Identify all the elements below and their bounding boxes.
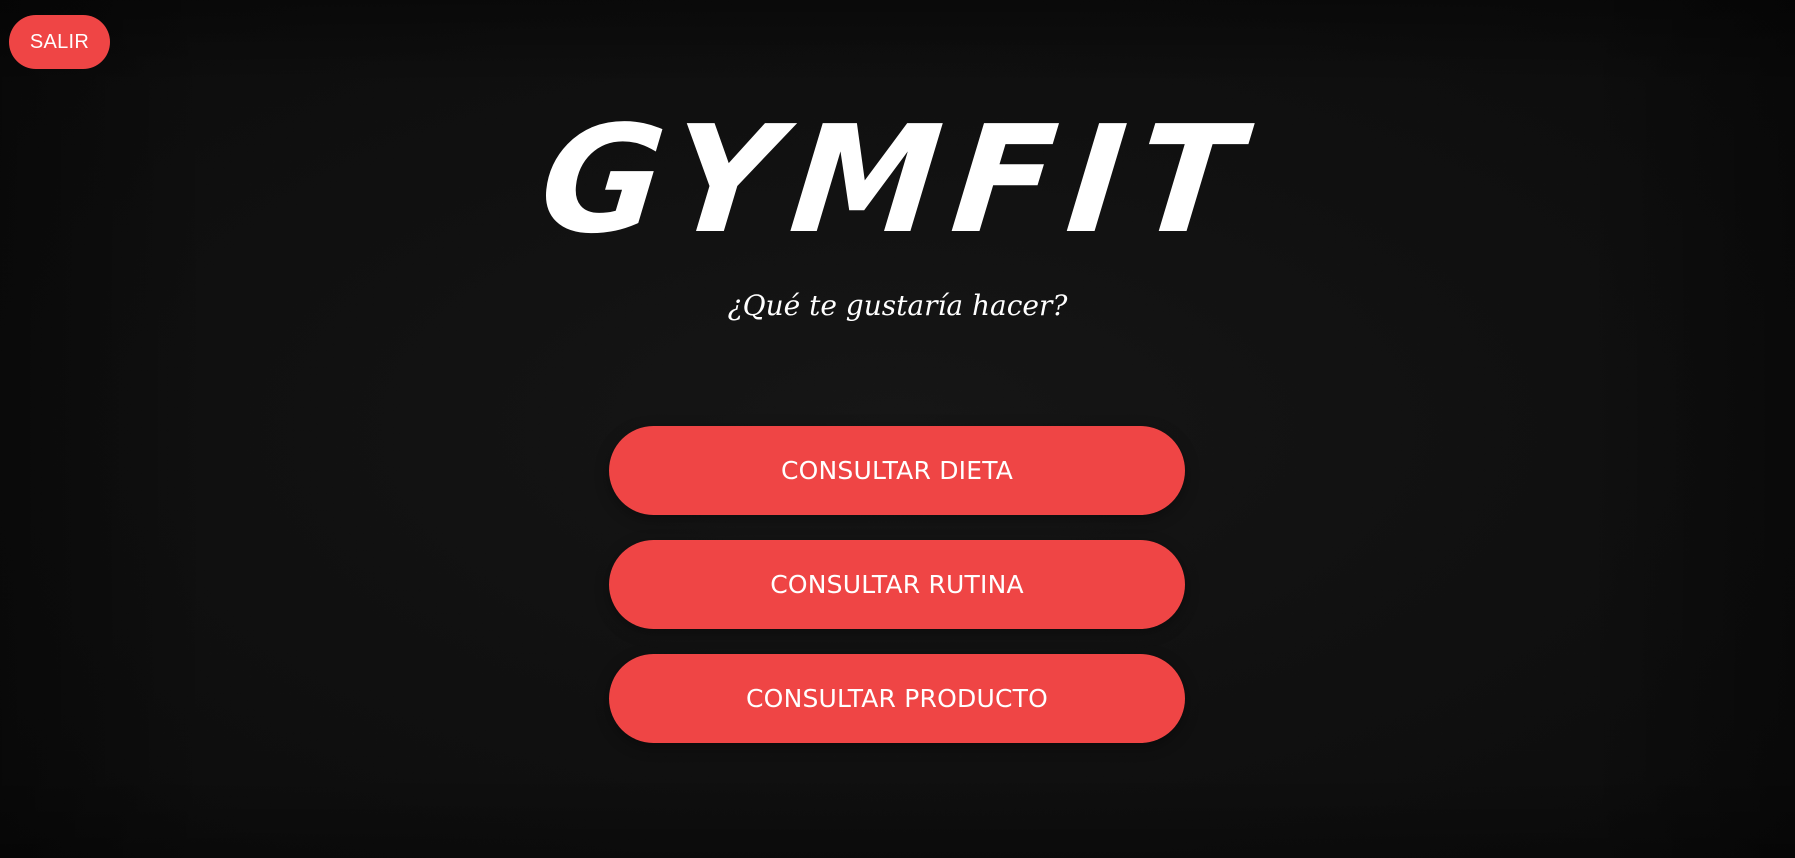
exit-button[interactable]: SALIR — [9, 15, 110, 69]
action-menu: CONSULTAR DIETA CONSULTAR RUTINA CONSULT… — [609, 426, 1185, 768]
consult-product-button[interactable]: CONSULTAR PRODUCTO — [609, 654, 1185, 743]
consult-routine-button[interactable]: CONSULTAR RUTINA — [609, 540, 1185, 629]
consult-diet-button[interactable]: CONSULTAR DIETA — [609, 426, 1185, 515]
page-subtitle: ¿Qué te gustaría hacer? — [727, 289, 1068, 322]
brand-logo-title: GYMFIT — [532, 94, 1263, 266]
